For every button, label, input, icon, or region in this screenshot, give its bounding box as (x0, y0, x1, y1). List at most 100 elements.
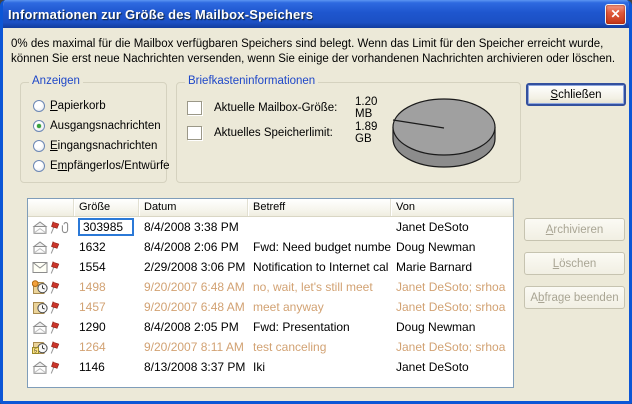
message-row[interactable]: 1632 8/4/2008 2:06 PM Fwd: Need budget num… (28, 237, 513, 257)
message-date: 9/20/2007 8:11 AM (144, 340, 244, 354)
message-size: 1290 (79, 320, 106, 334)
message-size[interactable]: 303985 (74, 218, 139, 236)
message-date: 8/4/2008 2:06 PM (144, 240, 239, 254)
message-icons (28, 280, 74, 294)
message-subject: no, wait, let's still meet (253, 280, 373, 294)
column-header-Betreff[interactable]: Betreff (248, 199, 391, 216)
radio-icon[interactable] (33, 140, 45, 152)
message-from: Doug Newman (396, 320, 476, 334)
mail-read-icon (32, 320, 48, 334)
message-size: 1146 (79, 360, 105, 374)
mailbox-size-dialog: Informationen zur Größe des Mailbox-Spei… (0, 0, 632, 404)
svg-text:5: 5 (34, 348, 37, 354)
column-header-icons[interactable] (28, 199, 74, 216)
message-row[interactable]: 1498 9/20/2007 6:48 AM no, wait, let's sti… (28, 277, 513, 297)
legend-value: 1.20 MB (355, 96, 378, 120)
size-edit-field[interactable]: 303985 (78, 218, 134, 236)
column-header-Größe[interactable]: Größe (74, 199, 139, 216)
message-icons (28, 260, 74, 274)
radio-icon[interactable] (33, 160, 45, 172)
message-size: 1457 (79, 300, 106, 314)
close-button[interactable]: ✕ (605, 4, 626, 25)
message-row[interactable]: 1457 9/20/2007 6:48 AM meet anyway Janet De… (28, 297, 513, 317)
flag-icon (49, 340, 60, 354)
side-buttons: Archivieren Löschen Abfrage beenden (524, 218, 625, 320)
message-subject: Notification to Internet cal (253, 260, 389, 274)
message-icons: 5 (28, 340, 74, 354)
mail-read-icon (32, 360, 48, 374)
radio-label: Ausgangsnachrichten (50, 120, 161, 132)
message-from: Marie Barnard (396, 260, 473, 274)
column-header-Von[interactable]: Von (391, 199, 513, 216)
message-row[interactable]: 1146 8/13/2008 3:37 PM Iki Janet DeSoto (28, 357, 513, 377)
radio-option-trash[interactable]: Papierkorb (33, 99, 106, 113)
message-size: 1554 (79, 260, 106, 274)
message-row[interactable]: 5 1264 9/20/2007 8:11 AM test canceling Jane… (28, 337, 513, 357)
titlebar[interactable]: Informationen zur Größe des Mailbox-Spei… (3, 0, 629, 28)
column-header-Datum[interactable]: Datum (139, 199, 248, 216)
message-icons (28, 220, 74, 234)
mailbox-usage-pie-chart (382, 85, 507, 181)
flag-icon (49, 240, 60, 254)
dialog-body: 0% des maximal für die Mailbox verfügbar… (3, 28, 629, 401)
anzeigen-group-title: Anzeigen (29, 75, 83, 87)
message-date: 8/4/2008 3:38 PM (144, 220, 239, 234)
anzeigen-group: Anzeigen Papierkorb Ausgangsnachrichten Ei… (20, 75, 170, 183)
mail-unread-icon (32, 261, 48, 273)
legend-swatch-icon (187, 126, 202, 140)
radio-icon[interactable] (33, 100, 45, 112)
message-icons (28, 360, 74, 374)
radio-label: Papierkorb (50, 100, 106, 112)
message-size: 1498 (79, 280, 106, 294)
message-date: 9/20/2007 6:48 AM (144, 300, 245, 314)
legend-value: 1.89 GB (355, 121, 378, 145)
flag-icon (49, 220, 60, 234)
message-icons (28, 240, 74, 254)
message-from: Janet DeSoto; srhoa (396, 280, 506, 294)
archive-button[interactable]: Archivieren (524, 218, 625, 241)
message-from: Janet DeSoto; srhoa (396, 340, 506, 354)
legend-swatch-icon (187, 101, 202, 115)
message-from: Janet DeSoto (396, 220, 469, 234)
radio-option-no-recipient-drafts[interactable]: Empfängerlos/Entwürfe (33, 159, 170, 173)
mail-read-icon (32, 220, 48, 234)
legend-current-mailbox-size: Aktuelle Mailbox-Größe: 1.20 MB (187, 96, 377, 120)
flag-icon (49, 280, 60, 294)
message-date: 8/4/2008 2:05 PM (144, 320, 239, 334)
close-icon: ✕ (610, 7, 621, 21)
radio-option-outbox[interactable]: Ausgangsnachrichten (33, 119, 161, 133)
message-row[interactable]: 1554 2/29/2008 3:06 PM Notification to Int… (28, 257, 513, 277)
message-list-header: Größe Datum Betreff Von (28, 199, 513, 217)
briefkasten-group: Briefkasteninformationen Aktuelle Mailbo… (176, 75, 521, 183)
radio-label: Eingangsnachrichten (50, 140, 158, 152)
message-subject: Iki (253, 360, 265, 374)
message-from: Doug Newman (396, 240, 476, 254)
legend-current-storage-limit: Aktuelles Speicherlimit: 1.89 GB (187, 121, 377, 145)
message-date: 2/29/2008 3:06 PM (144, 260, 246, 274)
schliessen-button[interactable]: Schließen (526, 83, 626, 106)
message-date: 9/20/2007 6:48 AM (144, 280, 245, 294)
radio-option-inbox[interactable]: Eingangsnachrichten (33, 139, 157, 153)
radio-label: Empfängerlos/Entwürfe (50, 160, 170, 172)
flag-icon (49, 300, 60, 314)
window-title: Informationen zur Größe des Mailbox-Spei… (8, 6, 314, 22)
message-subject: meet anyway (253, 300, 324, 314)
legend-label: Aktuelle Mailbox-Größe: (214, 102, 338, 114)
message-size: 1264 (79, 340, 106, 354)
meeting-icon (32, 300, 48, 314)
meeting-cancel-icon: 5 (32, 340, 48, 354)
meeting-orange-icon (32, 280, 48, 294)
flag-icon (49, 320, 60, 334)
intro-text: 0% des maximal für die Mailbox verfügbar… (11, 38, 616, 65)
message-row[interactable]: 1290 8/4/2008 2:05 PM Fwd: Presentation Dou… (28, 317, 513, 337)
delete-button[interactable]: Löschen (524, 252, 625, 275)
end-query-button[interactable]: Abfrage beenden (524, 286, 625, 309)
message-icons (28, 320, 74, 334)
radio-icon[interactable] (33, 120, 45, 132)
message-icons (28, 300, 74, 314)
legend-label: Aktuelles Speicherlimit: (214, 127, 333, 139)
paperclip-icon (61, 221, 70, 234)
message-from: Janet DeSoto (396, 360, 469, 374)
message-row[interactable]: 303985 8/4/2008 3:38 PM Janet DeSoto (28, 217, 513, 237)
message-subject: test canceling (253, 340, 327, 354)
